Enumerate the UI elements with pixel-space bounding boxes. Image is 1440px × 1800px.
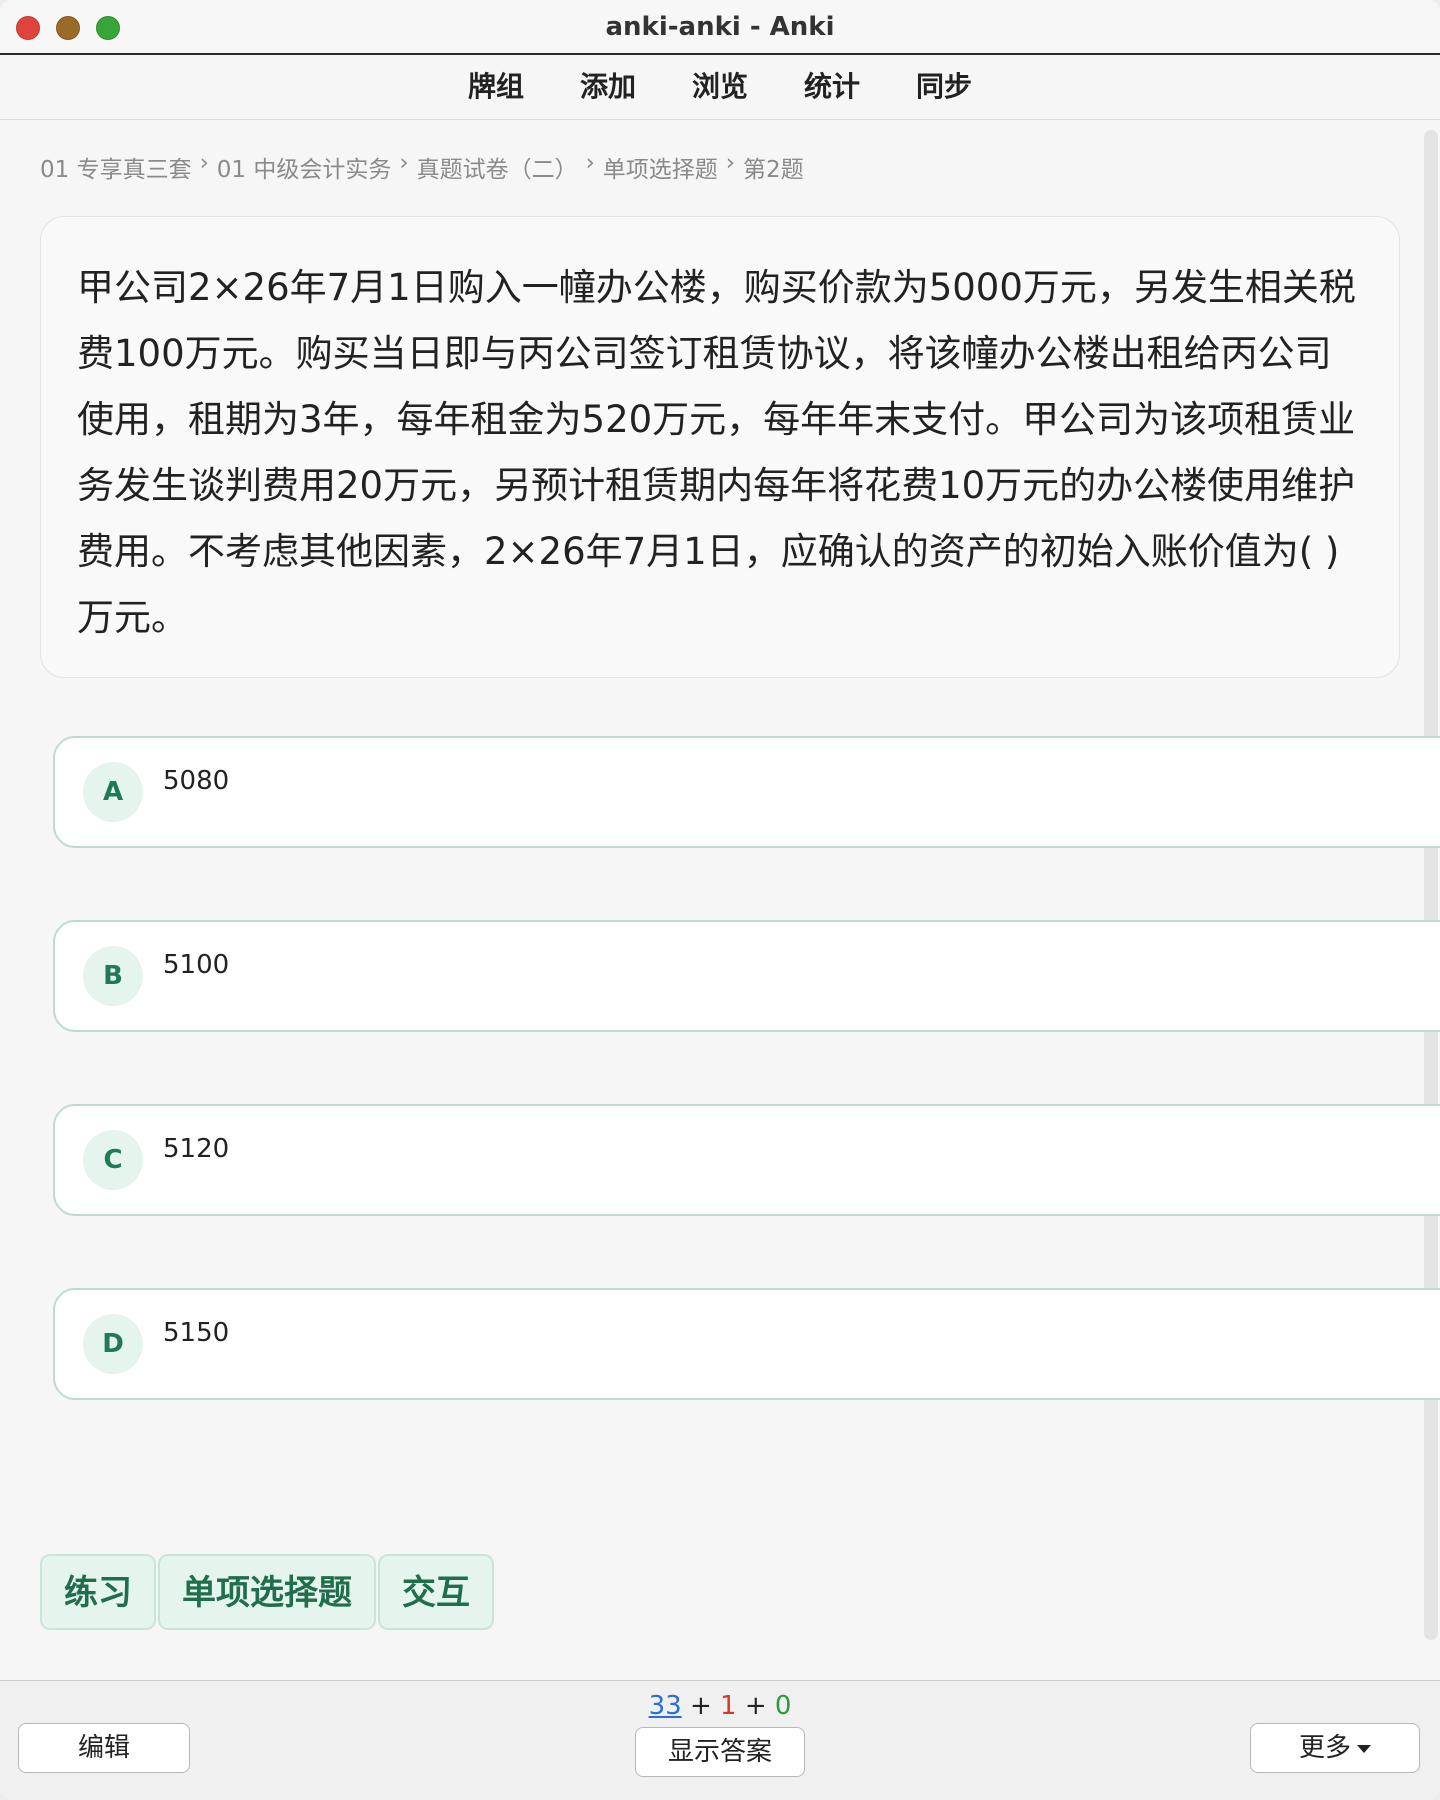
option-text: 5080 xyxy=(163,766,230,796)
more-label: 更多 xyxy=(1298,1733,1351,1763)
edit-button[interactable]: 编辑 xyxy=(18,1723,190,1773)
toolbar-browse[interactable]: 浏览 xyxy=(664,67,776,107)
caret-down-icon xyxy=(1357,1744,1371,1753)
breadcrumb-separator: › xyxy=(585,150,595,176)
option-text: 5120 xyxy=(163,1134,230,1164)
breadcrumb: 01 专享真三套 › 01 中级会计实务 › 真题试卷（二） › 单项选择题 ›… xyxy=(40,150,804,184)
question-text: 甲公司2×26年7月1日购入一幢办公楼，购买价款为5000万元，另发生相关税费1… xyxy=(77,266,1356,639)
learn-count: 1 xyxy=(720,1691,737,1721)
tag-practice[interactable]: 练习 xyxy=(40,1554,156,1630)
new-count[interactable]: 33 xyxy=(649,1691,682,1721)
more-button[interactable]: 更多 xyxy=(1250,1723,1420,1773)
show-answer-button[interactable]: 显示答案 xyxy=(635,1727,805,1777)
option-letter: B xyxy=(83,946,143,1006)
toolbar-decks[interactable]: 牌组 xyxy=(440,67,552,107)
count-separator: + xyxy=(689,1691,712,1721)
tag-single-choice[interactable]: 单项选择题 xyxy=(158,1554,376,1630)
vertical-scrollbar[interactable] xyxy=(1424,130,1438,1640)
option-letter: D xyxy=(83,1314,143,1374)
anki-window: anki-anki - Anki 牌组 添加 浏览 统计 同步 01 专享真三套… xyxy=(0,0,1440,1800)
tag-interactive[interactable]: 交互 xyxy=(378,1554,494,1630)
option-c[interactable]: C 5120 xyxy=(53,1104,1440,1216)
review-content: 01 专享真三套 › 01 中级会计实务 › 真题试卷（二） › 单项选择题 ›… xyxy=(0,120,1440,1680)
toolbar-add[interactable]: 添加 xyxy=(552,67,664,107)
option-text: 5150 xyxy=(163,1318,230,1348)
option-text: 5100 xyxy=(163,950,230,980)
breadcrumb-separator: › xyxy=(199,150,209,176)
toolbar-sync[interactable]: 同步 xyxy=(888,67,1000,107)
window-title: anki-anki - Anki xyxy=(605,12,835,42)
option-letter: C xyxy=(83,1130,143,1190)
option-d[interactable]: D 5150 xyxy=(53,1288,1440,1400)
main-toolbar: 牌组 添加 浏览 统计 同步 xyxy=(0,55,1440,120)
breadcrumb-separator: › xyxy=(399,150,409,176)
toolbar-stats[interactable]: 统计 xyxy=(776,67,888,107)
bottom-bar: 33 + 1 + 0 编辑 显示答案 更多 xyxy=(0,1680,1440,1800)
breadcrumb-item: 第2题 xyxy=(742,157,804,183)
option-letter: A xyxy=(83,762,143,822)
card-counts: 33 + 1 + 0 xyxy=(0,1691,1440,1721)
review-count: 0 xyxy=(774,1691,792,1721)
count-separator: + xyxy=(744,1691,767,1721)
tag-list: 练习 单项选择题 交互 xyxy=(40,1554,494,1630)
breadcrumb-separator: › xyxy=(725,150,735,176)
breadcrumb-item: 01 专享真三套 xyxy=(40,157,192,183)
title-bar: anki-anki - Anki xyxy=(0,0,1440,55)
breadcrumb-item: 真题试卷（二） xyxy=(416,157,578,183)
option-b[interactable]: B 5100 xyxy=(53,920,1440,1032)
breadcrumb-item: 单项选择题 xyxy=(602,157,718,183)
question-card: 甲公司2×26年7月1日购入一幢办公楼，购买价款为5000万元，另发生相关税费1… xyxy=(40,216,1400,678)
breadcrumb-item: 01 中级会计实务 xyxy=(216,157,392,183)
option-a[interactable]: A 5080 xyxy=(53,736,1440,848)
